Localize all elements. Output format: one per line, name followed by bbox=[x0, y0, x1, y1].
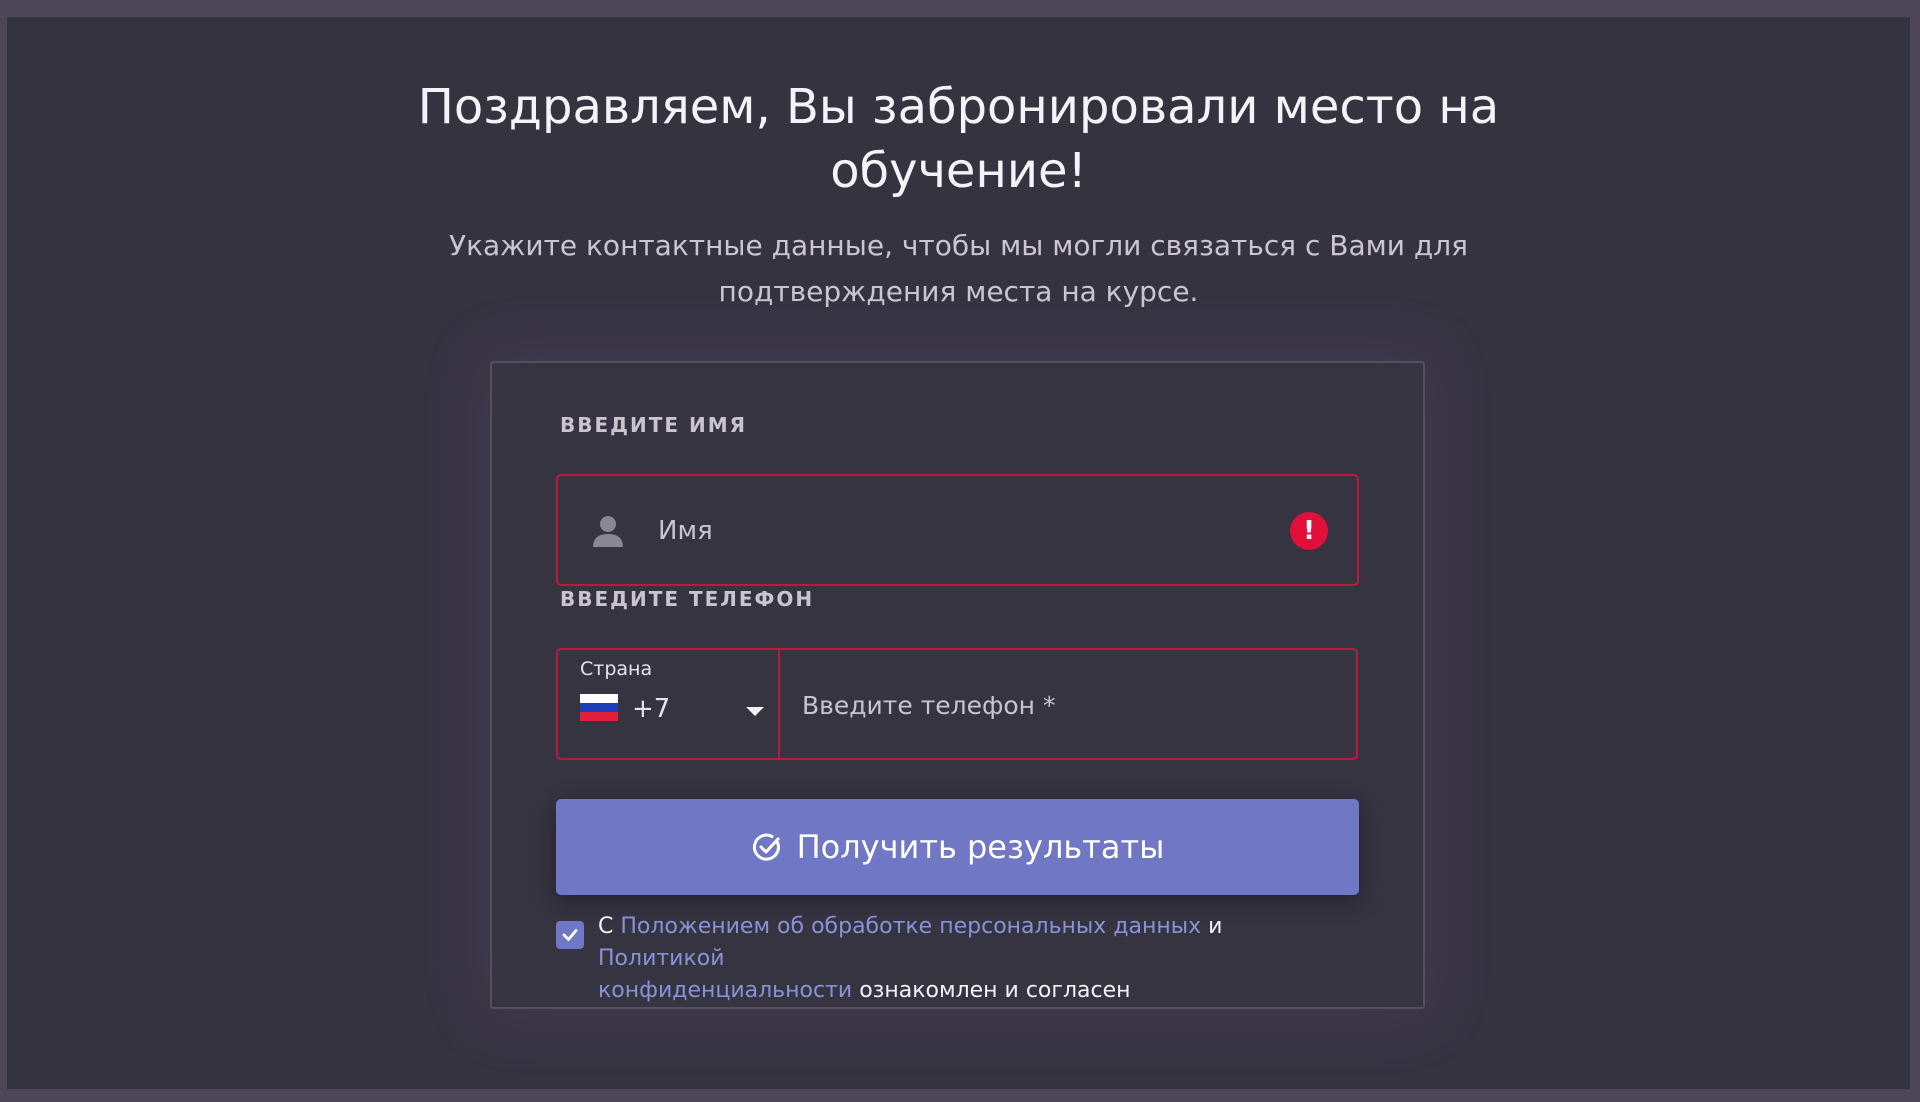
error-icon: ! bbox=[1290, 512, 1328, 550]
consent-checkbox[interactable] bbox=[556, 921, 584, 949]
page-title-line-1: Поздравляем, Вы забронировали место на bbox=[417, 79, 1500, 135]
submit-button[interactable]: Получить результаты bbox=[556, 799, 1359, 895]
consent-prefix: С bbox=[598, 914, 614, 939]
consent-suffix: ознакомлен и согласен bbox=[859, 978, 1131, 1003]
submit-button-label: Получить результаты bbox=[796, 828, 1165, 866]
page-subtitle-line-2: подтверждения места на курсе. bbox=[718, 275, 1199, 308]
country-select[interactable]: Страна +7 bbox=[558, 650, 780, 758]
page-panel: Поздравляем, Вы забронировали место на о… bbox=[7, 17, 1910, 1089]
privacy-regulation-link[interactable]: Положением об обработке персональных дан… bbox=[620, 914, 1201, 939]
phone-input[interactable] bbox=[802, 670, 1322, 740]
consent-text: С Положением об обработке персональных д… bbox=[598, 911, 1338, 1007]
privacy-policy-link-part-2: конфиденциальности bbox=[598, 978, 853, 1003]
caret-down-icon[interactable] bbox=[746, 707, 764, 716]
page-title: Поздравляем, Вы забронировали место на о… bbox=[7, 75, 1910, 203]
page-subtitle: Укажите контактные данные, чтобы мы могл… bbox=[7, 223, 1910, 315]
checkmark-icon bbox=[562, 929, 578, 941]
name-input[interactable] bbox=[658, 496, 1258, 566]
country-select-label: Страна bbox=[580, 658, 653, 680]
privacy-policy-link-part-1: Политикой bbox=[598, 946, 725, 971]
country-dial-code: +7 bbox=[632, 694, 671, 724]
phone-field: Страна +7 bbox=[556, 648, 1358, 760]
check-circle-icon bbox=[752, 833, 780, 861]
russia-flag-icon bbox=[580, 694, 618, 721]
privacy-policy-link[interactable]: Политикой конфиденциальности bbox=[598, 946, 852, 1003]
page-subtitle-line-1: Укажите контактные данные, чтобы мы могл… bbox=[449, 229, 1468, 262]
phone-field-label: ВВЕДИТЕ ТЕЛЕФОН bbox=[560, 587, 815, 611]
name-field-label: ВВЕДИТЕ ИМЯ bbox=[560, 413, 748, 437]
person-icon bbox=[593, 516, 623, 547]
contact-form: ВВЕДИТЕ ИМЯ ! ВВЕДИТЕ ТЕЛЕФОН Страна +7 bbox=[490, 361, 1425, 1009]
consent-conjunction: и bbox=[1208, 914, 1223, 939]
name-field[interactable]: ! bbox=[556, 474, 1359, 586]
page-title-line-2: обучение! bbox=[830, 143, 1087, 199]
